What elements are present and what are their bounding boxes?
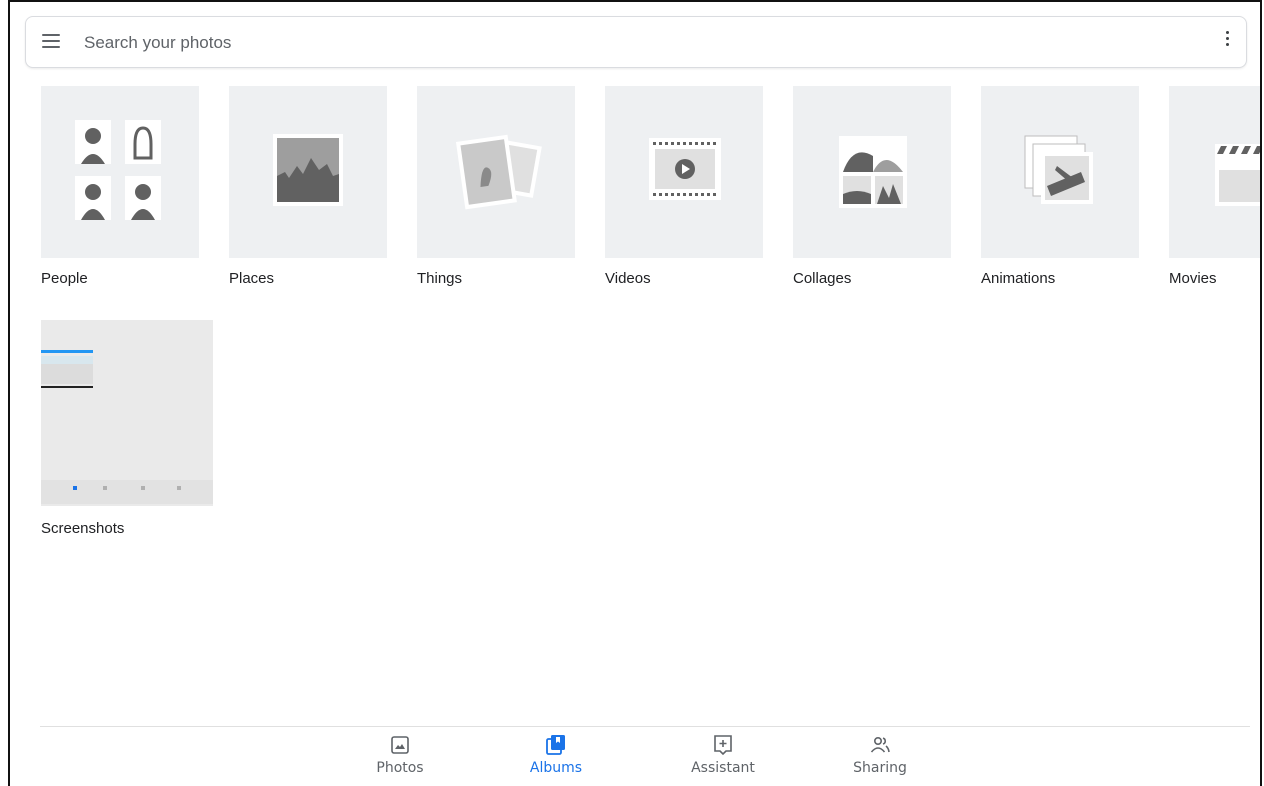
nav-label-photos: Photos (376, 760, 424, 776)
album-animations[interactable]: Animations (981, 86, 1139, 296)
album-label: Animations (981, 270, 1056, 287)
album-people[interactable]: People (41, 86, 199, 296)
album-places[interactable]: Places (229, 86, 387, 296)
photo-icon (391, 736, 409, 754)
album-label: Videos (605, 270, 651, 287)
album-collages[interactable]: Collages (793, 86, 951, 296)
album-label: Screenshots (41, 520, 125, 537)
album-things[interactable]: Things (417, 86, 575, 296)
nav-photos[interactable]: Photos (350, 734, 450, 776)
screenshot-thumbnail (41, 320, 213, 506)
album-screenshots[interactable]: Screenshots (41, 320, 221, 542)
app-frame: People Places Things (8, 0, 1262, 786)
collages-icon (793, 86, 951, 258)
nav-label-sharing: Sharing (853, 760, 907, 776)
nav-albums[interactable]: Albums (506, 734, 606, 776)
nav-sharing[interactable]: Sharing (830, 734, 930, 776)
album-label: Movies (1169, 270, 1217, 287)
album-movies[interactable]: Movies (1169, 86, 1260, 296)
things-icon (417, 86, 575, 258)
album-label: Things (417, 270, 463, 287)
videos-icon (605, 86, 763, 258)
albums-icon (546, 735, 565, 755)
search-input[interactable] (82, 25, 1186, 61)
album-videos[interactable]: Videos (605, 86, 763, 296)
people-icon (41, 86, 199, 258)
assistant-icon (714, 735, 732, 756)
nav-label-assistant: Assistant (691, 760, 755, 776)
nav-assistant[interactable]: Assistant (673, 734, 773, 776)
more-vert-icon[interactable] (1222, 31, 1232, 53)
places-icon (229, 86, 387, 258)
bottom-nav-divider (40, 726, 1250, 727)
animations-icon (981, 86, 1139, 258)
album-label: People (41, 270, 88, 287)
album-label: Collages (793, 270, 852, 287)
menu-icon[interactable] (42, 34, 60, 50)
nav-label-albums: Albums (529, 760, 583, 776)
movies-icon (1169, 86, 1260, 258)
album-label: Places (229, 270, 275, 287)
search-bar (25, 16, 1247, 68)
sharing-icon (870, 736, 890, 753)
